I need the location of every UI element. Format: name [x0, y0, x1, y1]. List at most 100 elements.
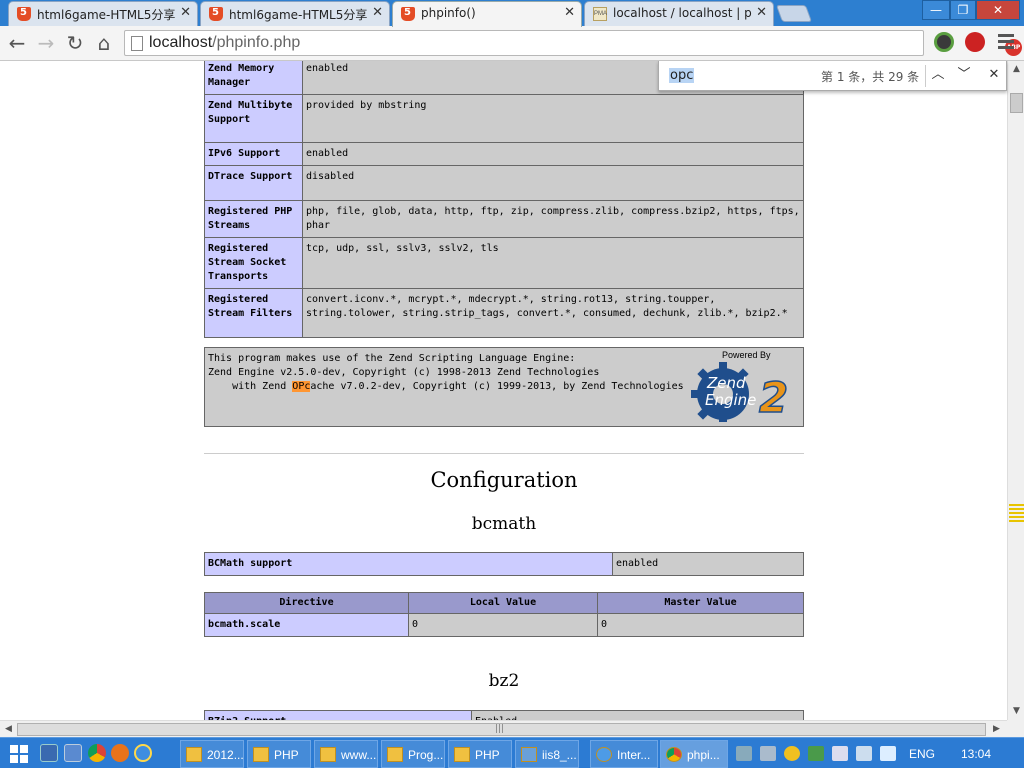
section-divider — [204, 453, 804, 454]
html5-icon — [17, 7, 31, 21]
core-info-table: Zend Memory Manager enabled Zend Multiby… — [204, 61, 804, 338]
folder-icon — [454, 747, 470, 762]
zend-engine-box: This program makes use of the Zend Scrip… — [204, 347, 804, 427]
start-button[interactable] — [10, 745, 28, 763]
scroll-thumb[interactable] — [1010, 93, 1023, 113]
row-label: Registered Stream Socket Transports — [204, 237, 303, 289]
find-next-icon[interactable]: ﹀ — [953, 64, 975, 86]
tab-strip: html6game-HTML5分享 ✕ html6game-HTML5分享 ✕ … — [0, 0, 1024, 27]
scroll-up-icon[interactable]: ▲ — [1008, 61, 1024, 78]
master-value: 0 — [597, 613, 804, 637]
tray-app-icon[interactable] — [736, 746, 752, 761]
back-icon[interactable]: ← — [4, 30, 30, 56]
table-row: Zend Multibyte Support provided by mbstr… — [204, 94, 804, 143]
find-match-count: 第 1 条，共 29 条 — [821, 70, 920, 84]
taskbar-item[interactable]: Inter... — [590, 740, 658, 768]
find-divider — [925, 65, 926, 87]
show-desktop-icon[interactable] — [40, 744, 58, 762]
tray-app-icon[interactable] — [808, 746, 824, 761]
tab-phpmyadmin[interactable]: PMA localhost / localhost | p ✕ — [584, 1, 774, 26]
taskbar-item[interactable]: PHP — [448, 740, 512, 768]
new-tab-button[interactable] — [775, 5, 813, 22]
bcmath-directive-table: Directive Local Value Master Value bcmat… — [204, 592, 804, 637]
iis-icon — [521, 747, 537, 762]
clock[interactable]: 13:04 — [961, 747, 991, 761]
scroll-thumb[interactable]: ||| — [17, 723, 986, 736]
taskbar-item[interactable]: iis8_... — [515, 740, 579, 768]
scroll-corner — [1007, 720, 1024, 737]
extension-stop-icon[interactable] — [965, 32, 985, 52]
input-language[interactable]: ENG — [909, 747, 935, 761]
address-bar[interactable]: localhost/phpinfo.php ABP ☆ — [124, 30, 1022, 56]
row-value: enabled — [302, 142, 804, 166]
menu-icon[interactable] — [998, 34, 1014, 52]
close-tab-icon[interactable]: ✕ — [372, 6, 383, 20]
bz2-support-table: BZip2 Support Enabled — [204, 710, 804, 720]
row-value: tcp, udp, ssl, sslv3, sslv2, tls — [302, 237, 804, 289]
table-row: BZip2 Support Enabled — [204, 710, 804, 720]
horizontal-scrollbar[interactable]: ◀ ||| ▶ — [0, 720, 1007, 737]
home-icon[interactable]: ⌂ — [91, 30, 117, 56]
folder-icon — [253, 747, 269, 762]
taskbar-item-active[interactable]: phpi... — [660, 740, 728, 768]
volume-icon[interactable] — [880, 746, 896, 761]
find-bar: opc 第 1 条，共 29 条 ︿ ﹀ ✕ — [658, 61, 1007, 91]
forward-icon[interactable]: → — [33, 30, 59, 56]
powered-by-label: Powered By — [722, 350, 771, 360]
internet-explorer-icon[interactable] — [134, 744, 152, 762]
scroll-right-icon[interactable]: ▶ — [988, 721, 1005, 738]
chrome-icon[interactable] — [88, 744, 106, 762]
page-viewport[interactable]: Zend Memory Manager enabled Zend Multiby… — [0, 61, 1007, 720]
maximize-button[interactable]: ❐ — [950, 0, 976, 20]
local-value: 0 — [408, 613, 598, 637]
bcmath-heading: bcmath — [471, 514, 537, 534]
zend-engine-logo[interactable]: Zend Engine 2 — [689, 360, 801, 422]
row-value: Enabled — [471, 710, 804, 720]
taskbar-item[interactable]: Prog... — [381, 740, 445, 768]
tab-html6game-1[interactable]: html6game-HTML5分享 ✕ — [8, 1, 198, 26]
tab-html6game-2[interactable]: html6game-HTML5分享 ✕ — [200, 1, 390, 26]
configuration-heading: Configuration — [430, 468, 578, 492]
table-row: DTrace Support disabled — [204, 165, 804, 201]
extension-camera-icon[interactable] — [934, 32, 954, 52]
window-switch-icon[interactable] — [64, 744, 82, 762]
firefox-icon[interactable] — [111, 744, 129, 762]
taskbar-item[interactable]: www... — [314, 740, 378, 768]
taskbar-item[interactable]: PHP — [247, 740, 311, 768]
qq-icon[interactable] — [784, 746, 800, 761]
svg-text:2: 2 — [759, 373, 788, 422]
directive-name: bcmath.scale — [204, 613, 409, 637]
row-value: disabled — [302, 165, 804, 201]
find-result-marker — [1009, 516, 1024, 518]
table-row: Registered PHP Streams php, file, glob, … — [204, 200, 804, 238]
tray-app-icon[interactable] — [760, 746, 776, 761]
find-previous-icon[interactable]: ︿ — [927, 64, 949, 86]
find-input[interactable]: opc — [669, 68, 695, 83]
close-tab-icon[interactable]: ✕ — [756, 6, 767, 20]
action-center-flag-icon[interactable] — [832, 746, 848, 761]
find-result-marker — [1009, 508, 1024, 510]
scroll-left-icon[interactable]: ◀ — [0, 721, 17, 738]
table-row: BCMath support enabled — [204, 552, 804, 576]
find-result-marker — [1009, 520, 1024, 522]
find-match-highlight: OPc — [292, 381, 311, 392]
tab-phpinfo[interactable]: phpinfo() ✕ — [392, 1, 582, 27]
address-url[interactable]: localhost/phpinfo.php — [149, 34, 300, 52]
window-close-button[interactable]: ✕ — [976, 0, 1020, 20]
zend-engine-text: This program makes use of the Zend Scrip… — [208, 353, 684, 392]
reload-icon[interactable]: ↻ — [62, 30, 88, 56]
internet-explorer-icon — [596, 747, 612, 762]
find-close-icon[interactable]: ✕ — [983, 64, 1005, 86]
close-tab-icon[interactable]: ✕ — [564, 6, 575, 20]
tab-title: localhost / localhost | p — [613, 6, 752, 20]
scroll-down-icon[interactable]: ▼ — [1008, 703, 1024, 720]
vertical-scrollbar[interactable]: ▲ ▼ — [1007, 61, 1024, 720]
column-header: Master Value — [597, 592, 804, 614]
table-row: Registered Stream Socket Transports tcp,… — [204, 237, 804, 289]
close-tab-icon[interactable]: ✕ — [180, 6, 191, 20]
network-icon[interactable] — [856, 746, 872, 761]
taskbar-item[interactable]: 2012... — [180, 740, 244, 768]
phpmyadmin-icon: PMA — [593, 7, 607, 21]
minimize-button[interactable]: — — [922, 0, 950, 20]
table-row: bcmath.scale 0 0 — [204, 613, 804, 637]
